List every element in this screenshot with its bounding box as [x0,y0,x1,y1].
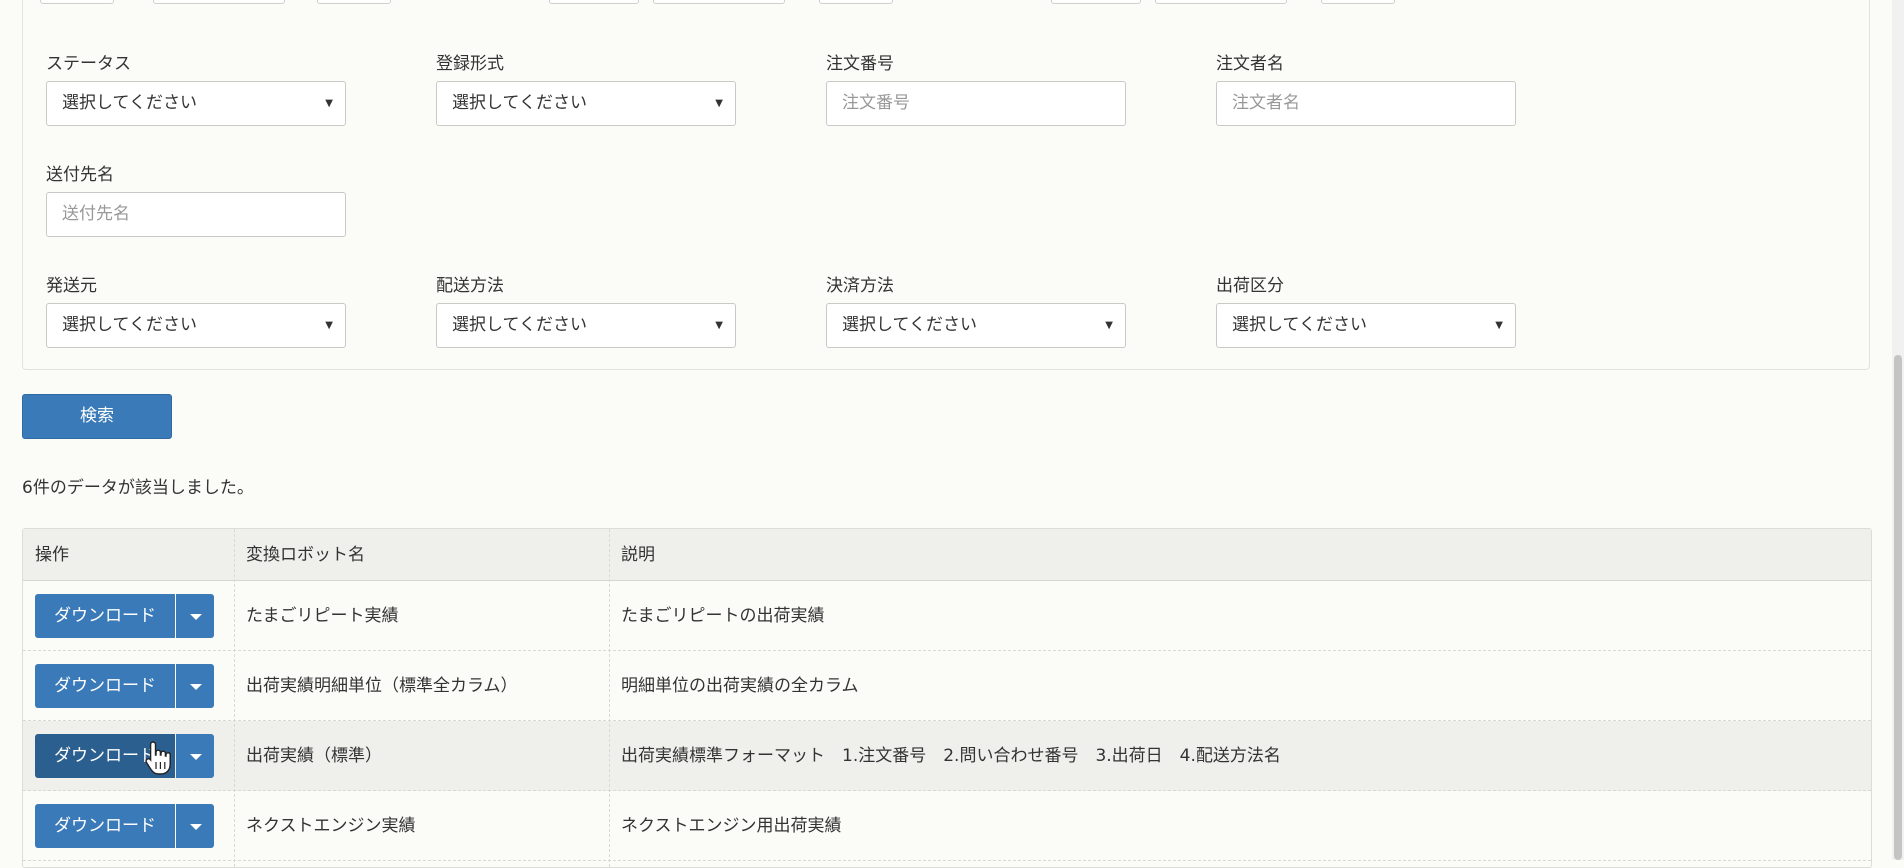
recipient-name-input[interactable]: 送付先名 [46,192,346,237]
caret-down-icon: ▼ [1105,320,1113,331]
hand-pointer-icon [145,741,171,775]
caret-down-icon: ▼ [325,98,333,109]
order-number-placeholder: 注文番号 [842,93,910,113]
payment-method-select[interactable]: 選択してください ▼ [826,303,1126,348]
orderer-name-placeholder: 注文者名 [1232,93,1300,113]
page-scrollbar[interactable] [1892,0,1904,860]
shipping-category-select-value: 選択してください [1232,315,1367,335]
date-field-fragment[interactable] [1321,0,1395,4]
delivery-method-label: 配送方法 [436,276,504,296]
orderer-name-label: 注文者名 [1216,54,1284,74]
download-button[interactable]: ダウンロード [35,804,175,848]
robot-name-cell: 出荷実績明細単位（標準全カラム） [246,676,518,696]
description-cell: 出荷実績標準フォーマット 1.注文番号 2.問い合わせ番号 3.出荷日 4.配送… [621,746,1281,766]
download-button-group: ダウンロード [35,594,214,638]
description-cell: 明細単位の出荷実績の全カラム [621,676,859,696]
caret-down-icon: ▼ [1495,320,1503,331]
order-number-input[interactable]: 注文番号 [826,81,1126,126]
column-divider [609,529,610,867]
caret-down-icon [190,684,202,690]
column-header-robot-name: 変換ロボット名 [246,545,365,565]
caret-down-icon: ▼ [715,98,723,109]
date-field-fragment[interactable] [40,0,114,4]
caret-down-icon [190,614,202,620]
results-table: 操作 変換ロボット名 説明 ダウンロード たまごリピート実績 たまごリピートの出… [22,528,1872,868]
download-button-group: ダウンロード [35,804,214,848]
caret-down-icon [190,754,202,760]
download-dropdown-toggle[interactable] [176,804,214,848]
column-header-description: 説明 [621,545,655,565]
column-divider [234,529,235,867]
date-field-fragment[interactable] [653,0,785,4]
result-count: 6件のデータが該当しました。 [22,478,254,498]
shipping-category-label: 出荷区分 [1216,276,1284,296]
download-button-group: ダウンロード [35,734,214,778]
recipient-name-label: 送付先名 [46,165,114,185]
shipping-category-select[interactable]: 選択してください ▼ [1216,303,1516,348]
payment-method-select-value: 選択してください [842,315,977,335]
orderer-name-input[interactable]: 注文者名 [1216,81,1516,126]
download-button[interactable]: ダウンロード [35,594,175,638]
date-field-fragment[interactable] [549,0,639,4]
date-field-fragment[interactable] [1155,0,1287,4]
table-header: 操作 変換ロボット名 説明 [23,529,1871,581]
delivery-method-select-value: 選択してください [452,315,587,335]
robot-name-cell: 出荷実績（標準） [246,746,382,766]
column-header-operation: 操作 [35,545,69,565]
sender-label: 発送元 [46,276,97,296]
search-filter-panel: ステータス 選択してください ▼ 登録形式 選択してください ▼ 注文番号 注文… [22,0,1870,370]
caret-down-icon: ▼ [325,320,333,331]
status-select-value: 選択してください [62,93,197,113]
table-row: ダウンロード たまごリピート実績 たまごリピートの出荷実績 [23,581,1871,651]
date-field-fragment[interactable] [819,0,893,4]
registration-type-select-value: 選択してください [452,93,587,113]
payment-method-label: 決済方法 [826,276,894,296]
download-dropdown-toggle[interactable] [176,594,214,638]
scrollbar-thumb[interactable] [1894,355,1902,860]
download-dropdown-toggle[interactable] [176,734,214,778]
registration-type-label: 登録形式 [436,54,504,74]
download-button[interactable]: ダウンロード [35,664,175,708]
robot-name-cell: ネクストエンジン実績 [246,816,416,836]
caret-down-icon [190,824,202,830]
date-field-fragment[interactable] [153,0,285,4]
description-cell: たまごリピートの出荷実績 [621,606,825,626]
order-number-label: 注文番号 [826,54,894,74]
search-button[interactable]: 検索 [22,394,172,439]
date-field-fragment[interactable] [317,0,391,4]
download-button-group: ダウンロード [35,664,214,708]
delivery-method-select[interactable]: 選択してください ▼ [436,303,736,348]
description-cell: ネクストエンジン用出荷実績 [621,816,842,836]
table-row: ダウンロード 出荷実績（標準） 出荷実績標準フォーマット 1.注文番号 2.問い… [23,721,1871,791]
table-row: ダウンロード 出荷実績明細単位（標準全カラム） 明細単位の出荷実績の全カラム [23,651,1871,721]
status-select[interactable]: 選択してください ▼ [46,81,346,126]
status-label: ステータス [46,54,131,74]
download-dropdown-toggle[interactable] [176,664,214,708]
sender-select[interactable]: 選択してください ▼ [46,303,346,348]
sender-select-value: 選択してください [62,315,197,335]
recipient-name-placeholder: 送付先名 [62,204,130,224]
table-row: ダウンロード ネクストエンジン実績 ネクストエンジン用出荷実績 [23,791,1871,861]
robot-name-cell: たまごリピート実績 [246,606,399,626]
registration-type-select[interactable]: 選択してください ▼ [436,81,736,126]
date-field-fragment[interactable] [1051,0,1141,4]
caret-down-icon: ▼ [715,320,723,331]
